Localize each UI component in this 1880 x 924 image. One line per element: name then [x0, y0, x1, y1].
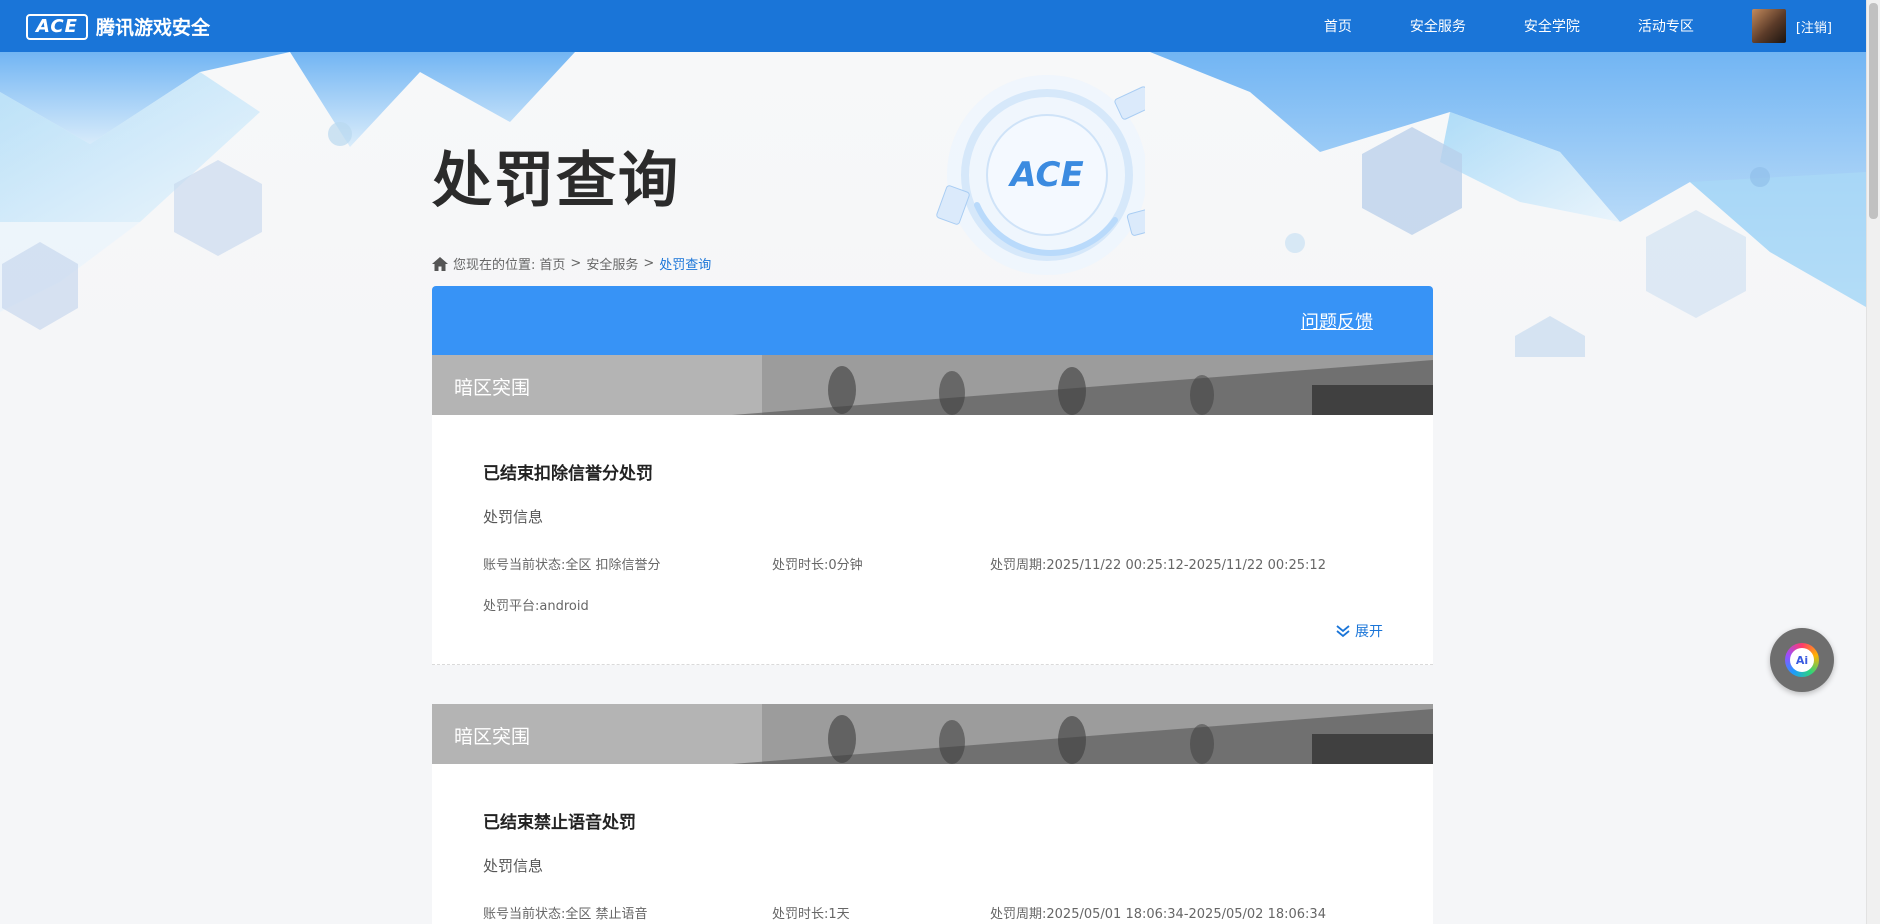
chevron-double-down-icon: [1336, 625, 1350, 638]
ai-assistant-icon: Ai: [1785, 643, 1819, 677]
ace-emblem-graphic: ACE: [935, 70, 1166, 280]
breadcrumb-separator: >: [643, 256, 655, 271]
page-title: 处罚查询: [432, 146, 680, 216]
breadcrumb-current: 处罚查询: [659, 258, 712, 273]
record-divider: [432, 664, 1433, 665]
expand-label: 展开: [1355, 624, 1383, 640]
logout-link[interactable]: [注销]: [1796, 17, 1832, 36]
breadcrumb-home[interactable]: 首页: [539, 254, 565, 273]
penalty-title: 已结束禁止语音处罚: [483, 813, 636, 833]
ai-label: Ai: [1790, 648, 1814, 672]
penalty-period: 处罚周期:2025/05/01 18:06:34-2025/05/02 18:0…: [990, 907, 1326, 922]
breadcrumb: 您现在的位置: 首页 > 安全服务 > 处罚查询: [432, 254, 715, 273]
penalty-duration: 处罚时长:0分钟: [772, 558, 863, 573]
svg-text:ACE: ACE: [1007, 155, 1083, 195]
game-banner-art: [432, 704, 1433, 764]
nav-item-security-service[interactable]: 安全服务: [1410, 16, 1466, 36]
page-scrollbar[interactable]: [1866, 0, 1880, 924]
scrollbar-thumb[interactable]: [1869, 3, 1878, 219]
game-banner-art: [432, 355, 1433, 415]
breadcrumb-separator: >: [570, 256, 582, 271]
nav-item-home[interactable]: 首页: [1324, 16, 1352, 36]
account-status: 账号当前状态:全区 禁止语音: [483, 907, 648, 922]
logo-text: 腾讯游戏安全: [96, 17, 211, 39]
breadcrumb-security-service[interactable]: 安全服务: [586, 254, 638, 273]
ai-assistant-button[interactable]: Ai: [1770, 628, 1834, 692]
card-header: 问题反馈: [432, 286, 1433, 355]
penalty-info-label: 处罚信息: [483, 508, 544, 526]
penalty-record: 暗区突围 已结束禁止语音处罚 处罚信息 账号当前状态:全区 禁止语音 处罚时长:…: [432, 704, 1433, 924]
penalty-title: 已结束扣除信誉分处罚: [483, 464, 653, 484]
nav-item-security-academy[interactable]: 安全学院: [1524, 16, 1580, 36]
feedback-link[interactable]: 问题反馈: [1301, 308, 1373, 334]
account-status: 账号当前状态:全区 扣除信誉分: [483, 558, 661, 573]
breadcrumb-prefix: 您现在的位置:: [453, 258, 536, 273]
game-name: 暗区突围: [454, 726, 531, 748]
penalty-record: 暗区突围 已结束扣除信誉分处罚 处罚信息 账号当前状态:全区 扣除信誉分 处罚时…: [432, 355, 1433, 665]
penalty-duration: 处罚时长:1天: [772, 907, 850, 922]
home-icon: [432, 256, 448, 271]
game-name: 暗区突围: [454, 377, 531, 399]
site-logo[interactable]: ACE 腾讯游戏安全: [26, 13, 210, 40]
penalty-info-label: 处罚信息: [483, 857, 544, 875]
ace-logo-icon: ACE: [26, 13, 88, 40]
game-banner: 暗区突围: [432, 355, 1433, 415]
penalty-period: 处罚周期:2025/11/22 00:25:12-2025/11/22 00:2…: [990, 558, 1326, 573]
main-nav: 首页 安全服务 安全学院 活动专区 [注销]: [1324, 0, 1866, 52]
penalty-platform: 处罚平台:android: [483, 599, 589, 614]
nav-item-events[interactable]: 活动专区: [1638, 16, 1694, 36]
expand-button[interactable]: 展开: [1335, 621, 1383, 641]
user-avatar[interactable]: [1751, 9, 1786, 43]
game-banner: 暗区突围: [432, 704, 1433, 764]
top-navbar: ACE 腾讯游戏安全 首页 安全服务 安全学院 活动专区 [注销]: [0, 0, 1866, 52]
